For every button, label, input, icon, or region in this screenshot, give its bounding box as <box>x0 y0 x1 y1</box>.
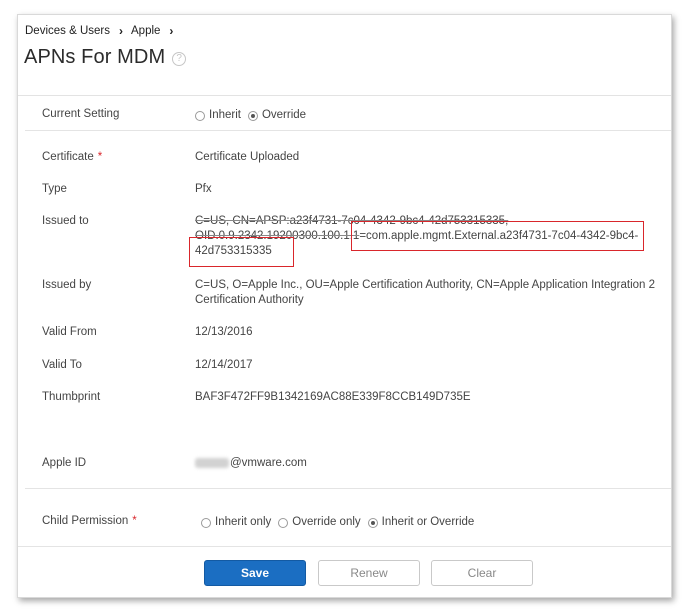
divider <box>25 130 671 131</box>
radio-circle-icon[interactable] <box>278 517 289 528</box>
current-setting-label: Current Setting <box>42 108 120 120</box>
radio-selected-icon[interactable] <box>247 110 258 121</box>
valid-from-label: Valid From <box>42 326 97 338</box>
type-value: Pfx <box>195 183 212 195</box>
thumbprint-value: BAF3F472FF9B1342169AC88E339F8CCB149D735E <box>195 391 471 403</box>
child-permission-label: Child Permission * <box>42 515 137 527</box>
chevron-right-icon: › <box>169 24 174 38</box>
footer-divider <box>18 546 671 547</box>
radio-inherit[interactable]: Inherit <box>195 108 241 123</box>
breadcrumb: Devices & Users › Apple › <box>25 24 181 38</box>
clear-button[interactable]: Clear <box>431 560 533 586</box>
breadcrumb-apple[interactable]: Apple <box>131 25 160 37</box>
certificate-value: Certificate Uploaded <box>195 151 300 163</box>
radio-circle-icon[interactable] <box>201 517 211 528</box>
type-label: Type <box>42 183 67 195</box>
valid-from-value: 12/13/2016 <box>195 326 253 338</box>
question-circle-icon[interactable]: ? <box>172 52 187 66</box>
current-setting-radio-group: Inherit Override <box>195 108 313 123</box>
thumbprint-label: Thumbprint <box>42 391 101 403</box>
issued-to-label: Issued to <box>42 215 89 227</box>
apple-id-label: Apple ID <box>42 457 87 469</box>
child-permission-radio-group: Inherit only Override only Inherit or Ov… <box>201 515 481 530</box>
radio-selected-icon[interactable] <box>367 517 378 528</box>
radio-circle-icon[interactable] <box>195 110 205 121</box>
apple-id-value: @vmware.com <box>195 456 307 471</box>
radio-override[interactable]: Override <box>247 108 306 123</box>
valid-to-label: Valid To <box>42 359 82 371</box>
save-button[interactable]: Save <box>204 560 306 586</box>
radio-override-only[interactable]: Override only <box>278 515 361 530</box>
page-title-container: APNs For MDM ? <box>24 46 187 69</box>
issued-by-label: Issued by <box>42 279 92 291</box>
renew-button[interactable]: Renew <box>318 560 420 586</box>
issued-by-value: C=US, O=Apple Inc., OU=Apple Certificati… <box>195 279 656 306</box>
valid-to-value: 12/14/2017 <box>195 359 253 371</box>
radio-inherit-or-override[interactable]: Inherit or Override <box>367 515 474 530</box>
redacted-text <box>195 457 229 468</box>
chevron-right-icon: › <box>119 24 123 38</box>
divider <box>25 488 671 489</box>
divider <box>18 95 671 96</box>
breadcrumb-devices-users[interactable]: Devices & Users <box>25 25 110 37</box>
highlight-box <box>189 237 294 267</box>
radio-inherit-only[interactable]: Inherit only <box>201 515 271 530</box>
certificate-label: Certificate * <box>42 151 103 163</box>
apns-panel: Devices & Users › Apple › APNs For MDM ?… <box>17 14 672 598</box>
page-title: APNs For MDM <box>24 46 166 68</box>
highlight-box <box>351 221 644 251</box>
